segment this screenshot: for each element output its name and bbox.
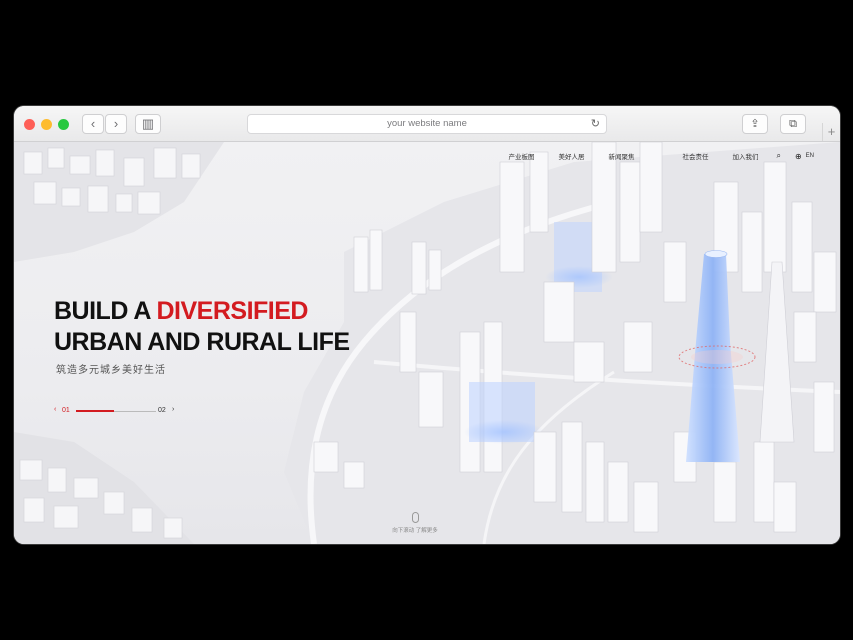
nav-item-responsibility[interactable]: 社会责任 <box>682 151 708 161</box>
browser-window: ‹ › ▥ your website name ↻ ⇪ ⧉ + 产业板图 美好人… <box>14 106 840 544</box>
minimize-window-button[interactable] <box>41 119 52 130</box>
hero-title: BUILD A DIVERSIFIED URBAN AND RURAL LIFE <box>54 296 350 358</box>
pager-progress <box>76 410 114 412</box>
tabs-overview-icon[interactable]: ⧉ <box>780 114 806 134</box>
forward-icon[interactable]: › <box>105 114 127 134</box>
hero-title-line2: URBAN AND RURAL LIFE <box>54 328 350 356</box>
language-switch[interactable]: EN <box>806 153 814 159</box>
new-tab-icon[interactable]: + <box>822 123 840 141</box>
reload-icon[interactable]: ↻ <box>591 115 600 133</box>
hero-subtitle: 筑造多元城乡美好生活 <box>56 365 166 376</box>
sidebar-icon[interactable]: ▥ <box>135 114 161 134</box>
scroll-hint-text: 向下滚动 了解更多 <box>392 528 438 534</box>
chevron-left-icon[interactable]: ‹ <box>54 406 56 413</box>
address-bar[interactable]: your website name ↻ <box>247 114 607 134</box>
hero-title-part1: BUILD A <box>54 297 157 325</box>
maximize-window-button[interactable] <box>58 119 69 130</box>
close-window-button[interactable] <box>24 119 35 130</box>
site-nav: 产业板图 美好人居 新闻聚焦 社会责任 加入我们 ⌕ ⊕ EN <box>484 151 814 161</box>
url-text: your website name <box>387 118 467 129</box>
browser-toolbar: ‹ › ▥ your website name ↻ ⇪ ⧉ + <box>14 106 840 142</box>
globe-icon[interactable]: ⊕ <box>795 152 802 161</box>
nav-item-news[interactable]: 新闻聚焦 <box>608 151 634 161</box>
pager-current[interactable]: 01 <box>62 407 70 414</box>
pager-next[interactable]: 02 <box>158 407 166 414</box>
web-page: 产业板图 美好人居 新闻聚焦 社会责任 加入我们 ⌕ ⊕ EN BUILD A … <box>14 142 840 544</box>
nav-item-living[interactable]: 美好人居 <box>558 151 584 161</box>
nav-item-industry[interactable]: 产业板图 <box>508 151 534 161</box>
back-icon[interactable]: ‹ <box>82 114 104 134</box>
mouse-icon <box>411 512 419 523</box>
nav-item-join-us[interactable]: 加入我们 <box>732 151 758 161</box>
hero-title-highlight: DIVERSIFIED <box>156 297 308 325</box>
share-icon[interactable]: ⇪ <box>742 114 768 134</box>
search-icon[interactable]: ⌕ <box>776 151 780 161</box>
scroll-hint[interactable]: 向下滚动 了解更多 <box>390 512 440 534</box>
chevron-right-icon[interactable]: › <box>172 406 174 413</box>
